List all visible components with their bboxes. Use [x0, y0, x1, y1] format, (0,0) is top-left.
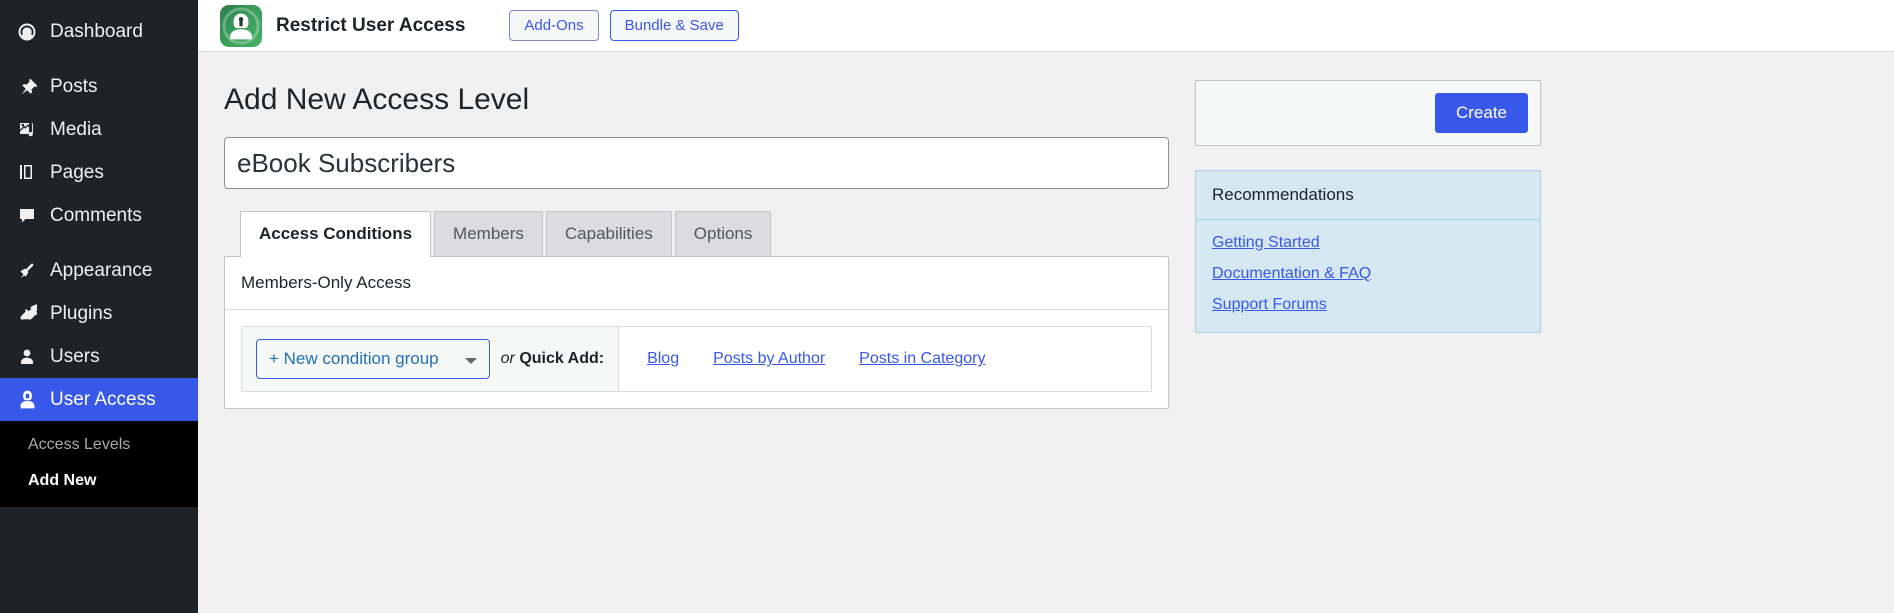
condition-group-row: + New condition group or Quick Add: Blog — [241, 326, 1152, 393]
sidebar-item-appearance[interactable]: Appearance — [0, 249, 198, 292]
admin-sidebar: Dashboard Posts Media Pages Comments App… — [0, 0, 198, 613]
recommendations-heading: Recommendations — [1196, 171, 1540, 220]
panel-body: + New condition group or Quick Add: Blog — [225, 310, 1168, 408]
recommendation-link-getting-started[interactable]: Getting Started — [1212, 234, 1524, 252]
pin-icon — [12, 77, 42, 97]
access-conditions-panel: Members-Only Access + New condition grou… — [224, 256, 1169, 410]
new-condition-group-dropdown[interactable]: + New condition group — [256, 339, 490, 380]
tab-bar: Access Conditions Members Capabilities O… — [224, 211, 1169, 258]
sidebar-submenu-user-access: Access Levels Add New — [0, 421, 198, 507]
sidebar-item-pages[interactable]: Pages — [0, 151, 198, 194]
admin-page: Dashboard Posts Media Pages Comments App… — [0, 0, 1894, 613]
quick-add-text: Quick Add: — [519, 350, 605, 368]
tab-options[interactable]: Options — [674, 211, 772, 257]
sidebar-item-user-access[interactable]: User Access — [0, 378, 198, 421]
tab-capabilities[interactable]: Capabilities — [545, 211, 672, 257]
plugin-header: Restrict User Access Add-Ons Bundle & Sa… — [198, 0, 1894, 52]
plugin-title: Restrict User Access — [276, 14, 466, 36]
dashboard-icon — [12, 22, 42, 42]
condition-group-controls: + New condition group or Quick Add: — [242, 327, 620, 392]
pages-icon — [12, 163, 42, 183]
recommendation-link-documentation-faq[interactable]: Documentation & FAQ — [1212, 265, 1524, 283]
main-region: Restrict User Access Add-Ons Bundle & Sa… — [198, 0, 1894, 613]
sidebar-column: Create Recommendations Getting Started D… — [1195, 80, 1541, 409]
comments-icon — [12, 206, 42, 226]
sidebar-item-posts[interactable]: Posts — [0, 65, 198, 108]
header-button-group: Add-Ons Bundle & Save — [509, 10, 739, 41]
sidebar-item-label: Pages — [50, 161, 104, 183]
quick-add-label: or Quick Add: — [501, 350, 604, 368]
sidebar-divider — [0, 53, 198, 65]
sidebar-item-label: Dashboard — [50, 20, 143, 42]
submenu-item-access-levels[interactable]: Access Levels — [0, 427, 198, 463]
submenu-item-add-new[interactable]: Add New — [0, 463, 198, 499]
page-title: Add New Access Level — [224, 83, 530, 116]
brush-icon — [12, 261, 42, 281]
sidebar-item-label: Users — [50, 345, 100, 367]
submit-box: Create — [1195, 80, 1541, 146]
plug-icon — [12, 303, 42, 324]
bundle-and-save-button[interactable]: Bundle & Save — [609, 10, 739, 41]
sidebar-item-label: Appearance — [50, 259, 153, 281]
user-icon — [12, 347, 42, 367]
create-button[interactable]: Create — [1434, 93, 1528, 133]
sidebar-divider — [0, 237, 198, 249]
quick-link-posts-in-category[interactable]: Posts in Category — [859, 350, 985, 368]
sidebar-item-label: Plugins — [50, 302, 113, 324]
content-area: Add New Access Level Access Conditions M… — [198, 52, 1894, 410]
chevron-down-icon — [464, 357, 477, 364]
media-icon — [12, 120, 42, 140]
quick-add-or: or — [500, 350, 515, 368]
quick-link-posts-by-author[interactable]: Posts by Author — [713, 350, 825, 368]
recommendation-link-support-forums[interactable]: Support Forums — [1212, 296, 1524, 314]
restrict-user-access-logo-icon — [220, 4, 262, 47]
tab-members[interactable]: Members — [434, 211, 543, 257]
sidebar-item-label: Media — [50, 118, 102, 140]
sidebar-item-label: User Access — [50, 388, 156, 410]
sidebar-item-comments[interactable]: Comments — [0, 194, 198, 237]
sidebar-item-label: Posts — [50, 75, 98, 97]
sidebar-item-users[interactable]: Users — [0, 335, 198, 378]
sidebar-item-label: Comments — [50, 204, 142, 226]
add-ons-button[interactable]: Add-Ons — [509, 10, 599, 41]
recommendations-box: Recommendations Getting Started Document… — [1195, 170, 1541, 333]
quick-link-blog[interactable]: Blog — [647, 350, 679, 368]
sidebar-item-plugins[interactable]: Plugins — [0, 292, 198, 335]
new-condition-group-label: + New condition group — [269, 349, 439, 369]
panel-heading: Members-Only Access — [225, 257, 1168, 311]
sidebar-item-media[interactable]: Media — [0, 108, 198, 151]
primary-column: Add New Access Level Access Conditions M… — [224, 80, 1169, 410]
tab-access-conditions[interactable]: Access Conditions — [240, 211, 432, 258]
quick-add-links: Blog Posts by Author Posts in Category — [619, 327, 1014, 392]
shield-user-icon — [12, 389, 42, 410]
sidebar-item-dashboard[interactable]: Dashboard — [0, 10, 198, 53]
recommendations-links: Getting Started Documentation & FAQ Supp… — [1196, 220, 1540, 332]
access-level-title-input[interactable] — [224, 137, 1169, 189]
